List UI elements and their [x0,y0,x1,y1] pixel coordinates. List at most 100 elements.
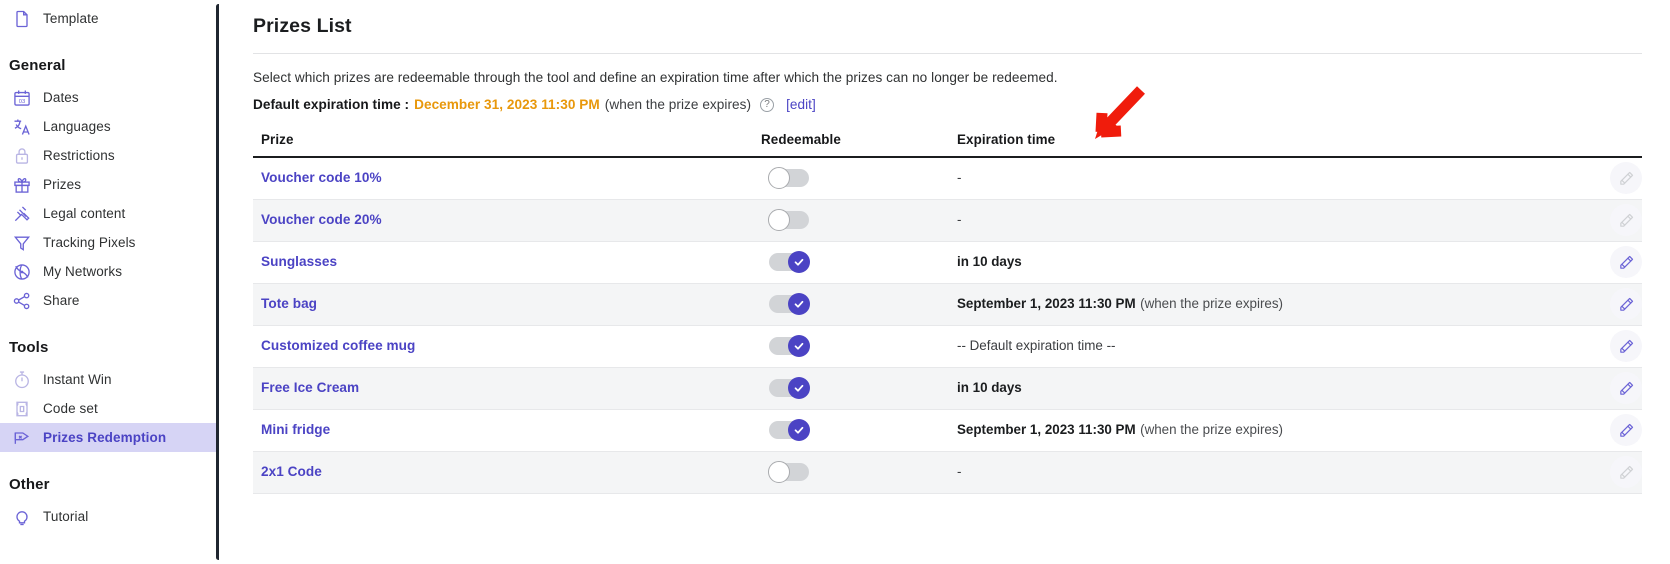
prize-cell: Sunglasses [253,241,753,284]
gavel-icon [12,204,32,224]
expiration-cell: -- Default expiration time -- [949,325,1572,368]
lock-icon [12,146,32,166]
expiration-value: - [957,464,962,479]
expiration-value: - [957,212,962,227]
redeemable-cell [753,241,949,284]
sidebar-item-dates[interactable]: 03 Dates [0,83,219,112]
prize-link[interactable]: Customized coffee mug [261,338,415,353]
page-description: Select which prizes are redeemable throu… [253,70,1058,85]
column-header-expiration: Expiration time [949,132,1572,158]
sidebar-item-tutorial[interactable]: Tutorial [0,502,219,531]
redeemable-toggle[interactable] [769,377,810,399]
actions-cell [1572,367,1642,410]
sidebar-item-languages[interactable]: Languages [0,112,219,141]
redeemable-cell [753,199,949,242]
sidebar-item-label: Template [43,11,99,26]
sidebar-item-prizes-redemption[interactable]: Prizes Redemption [0,423,219,452]
edit-pencil-icon[interactable] [1610,330,1642,362]
prize-link[interactable]: Free Ice Cream [261,380,359,395]
edit-pencil-icon[interactable] [1610,246,1642,278]
toggle-knob [768,167,790,190]
sidebar-item-my-networks[interactable]: My Networks [0,257,219,286]
expiration-cell: - [949,157,1572,200]
prizes-table-body: Voucher code 10% - Voucher code 20% - Sungla… [253,157,1642,494]
actions-cell [1572,451,1642,494]
sidebar-item-template[interactable]: Template [0,4,219,33]
toggle-knob-checked-icon [788,377,810,399]
edit-pencil-icon[interactable] [1610,288,1642,320]
redeemable-toggle[interactable] [768,167,809,190]
sidebar-item-code-set[interactable]: Code set [0,394,219,423]
toggle-knob-checked-icon [788,293,810,315]
table-row: 2x1 Code - [253,451,1642,494]
prize-link[interactable]: Voucher code 20% [261,212,382,227]
expiration-value: in 10 days [957,380,1022,395]
prize-cell: Voucher code 20% [253,199,753,242]
sidebar-item-label: Prizes Redemption [43,430,167,445]
redeemable-toggle[interactable] [768,461,809,483]
sidebar: Template General 03 Dates Languages Restrict… [0,0,219,564]
default-expiration-label: Default expiration time : [253,97,410,112]
prize-link[interactable]: 2x1 Code [261,464,322,479]
ticket-icon [12,399,32,419]
table-row: Customized coffee mug -- Default expirati… [253,325,1642,368]
toggle-knob-checked-icon [788,335,810,357]
default-expiration-note: (when the prize expires) [604,97,752,112]
actions-cell [1572,241,1642,284]
main-content: Prizes List Select which prizes are rede… [219,0,1670,564]
redeemable-toggle[interactable] [769,251,810,273]
sidebar-item-label: My Networks [43,264,123,279]
redeemable-toggle[interactable] [768,209,809,231]
sidebar-item-label: Share [43,293,80,308]
edit-pencil-icon [1610,204,1642,236]
redeemable-toggle[interactable] [769,335,810,357]
prize-link[interactable]: Tote bag [261,296,317,311]
toggle-knob-checked-icon [788,251,810,273]
expiration-note: (when the prize expires) [1140,296,1284,311]
prize-redemption-icon [12,428,32,448]
sidebar-section-title-general: General [9,57,66,74]
table-row: Sunglasses in 10 days [253,241,1642,284]
prize-link[interactable]: Voucher code 10% [261,170,382,185]
sidebar-item-prizes[interactable]: Prizes [0,170,219,199]
toggle-knob-checked-icon [788,419,810,441]
table-header-row: Prize Redeemable Expiration time [253,132,1642,158]
edit-pencil-icon[interactable] [1610,414,1642,446]
edit-pencil-icon [1610,162,1642,195]
calendar-icon: 03 [12,88,32,108]
sidebar-item-tracking-pixels[interactable]: Tracking Pixels [0,228,219,257]
sidebar-item-share[interactable]: Share [0,286,219,315]
expiration-value: - [957,170,962,186]
expiration-value: in 10 days [957,254,1022,269]
sidebar-item-legal-content[interactable]: Legal content [0,199,219,228]
prize-cell: Mini fridge [253,409,753,452]
sidebar-item-instant-win[interactable]: Instant Win [0,365,219,394]
stopwatch-icon [12,370,32,390]
expiration-cell: in 10 days [949,367,1572,410]
sidebar-top-items: Template [0,4,219,33]
edit-default-expiration-link[interactable]: [edit] [786,97,816,112]
svg-text:03: 03 [19,99,25,105]
page-title: Prizes List [253,15,352,37]
sidebar-item-label: Prizes [43,177,82,192]
prize-cell: Customized coffee mug [253,325,753,368]
prizes-table-head: Prize Redeemable Expiration time [253,132,1642,158]
question-mark-icon[interactable]: ? [760,97,775,112]
edit-pencil-icon [1610,456,1642,488]
sidebar-item-restrictions[interactable]: Restrictions [0,141,219,170]
edit-pencil-icon[interactable] [1610,372,1642,404]
table-row: Voucher code 20% - [253,199,1642,242]
redeemable-toggle[interactable] [769,419,810,441]
redeemable-toggle[interactable] [769,293,810,315]
actions-cell [1572,157,1642,200]
prize-link[interactable]: Sunglasses [261,254,337,269]
sidebar-section-title-other: Other [9,476,50,493]
sidebar-item-label: Languages [43,119,111,134]
prize-link[interactable]: Mini fridge [261,422,330,437]
expiration-value: -- Default expiration time -- [957,338,1116,353]
default-expiration-line: Default expiration time : December 31, 2… [253,97,1642,112]
document-icon [12,9,32,29]
default-expiration-date: December 31, 2023 11:30 PM [414,97,600,112]
redeemable-cell [753,157,949,200]
prize-cell: Voucher code 10% [253,157,753,200]
